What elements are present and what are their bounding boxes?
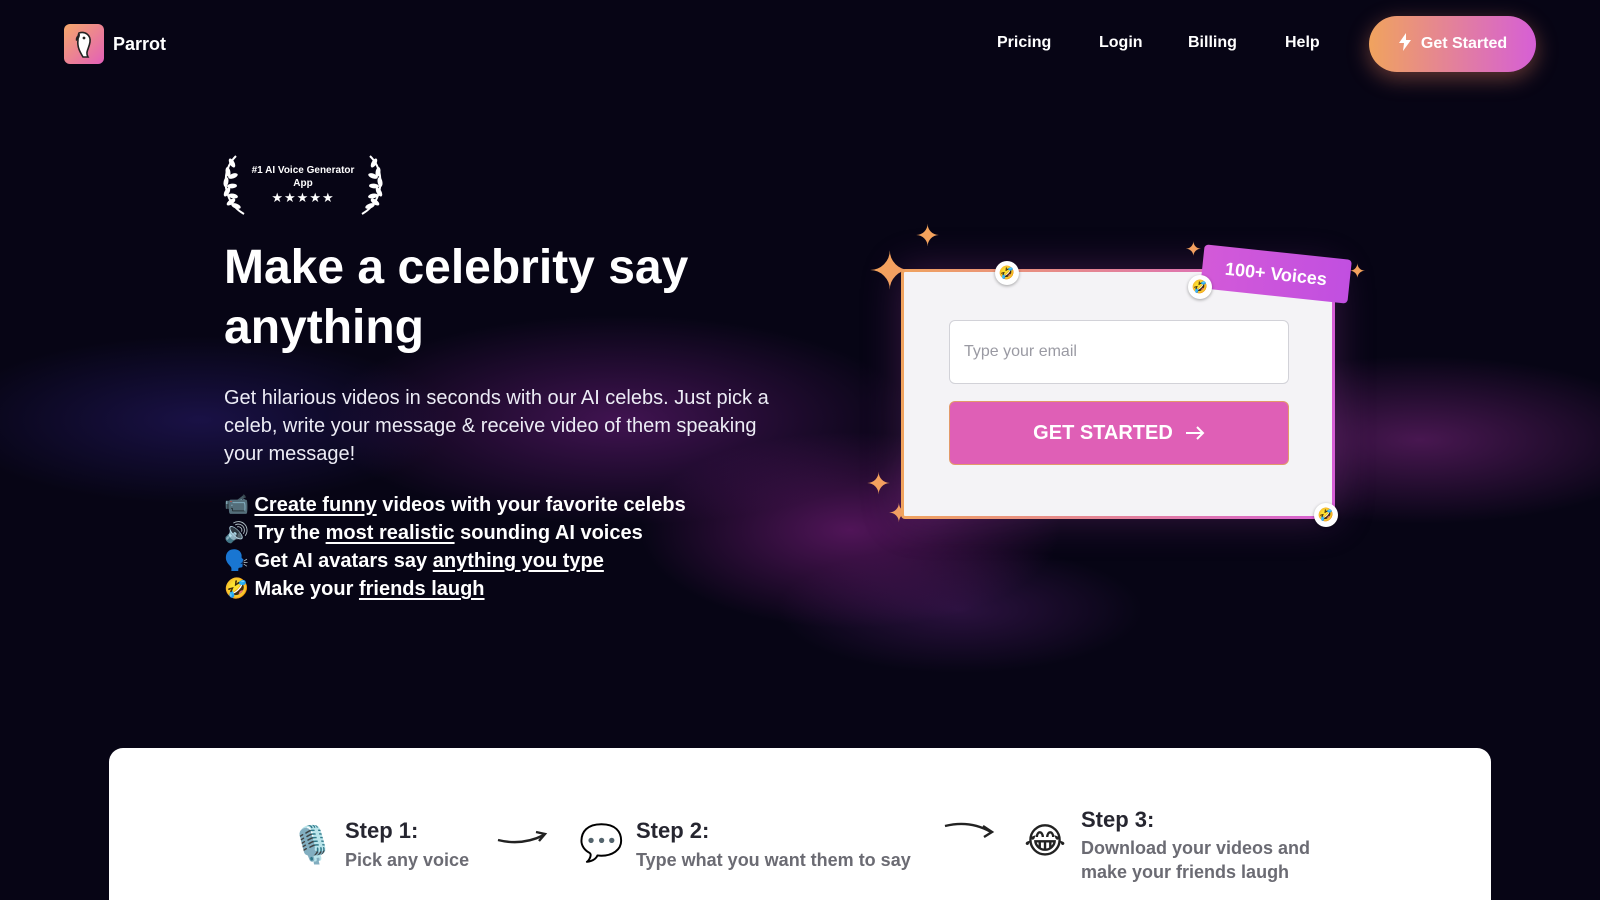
feature-link-friends-laugh[interactable]: friends laugh xyxy=(359,578,485,600)
award-stars: ★★★★★ xyxy=(271,190,335,205)
rofl-emoji-icon: 🤣 xyxy=(995,261,1019,285)
arrow-right-icon xyxy=(1185,420,1205,446)
feature-item: 📹 Create funny videos with your favorite… xyxy=(224,494,686,516)
top-nav: Parrot Pricing Login Billing Help Get St… xyxy=(0,0,1600,90)
speaking-head-icon: 🗣️ xyxy=(224,550,249,572)
rofl-emoji-icon: 🤣 xyxy=(1188,275,1212,299)
get-started-label: Get Started xyxy=(1420,35,1508,52)
hero-headline: Make a celebrity say anything xyxy=(224,241,689,354)
get-started-form-label: GET STARTED xyxy=(1033,421,1173,444)
speaker-icon: 🔊 xyxy=(224,522,249,544)
feature-item: 🤣 Make your friends laugh xyxy=(224,578,485,600)
signup-card: GET STARTED xyxy=(901,269,1335,519)
step-2-desc: Type what you want them to say xyxy=(636,850,911,870)
laurel-left-icon xyxy=(223,155,245,215)
laughing-emoji-icon: 😂 xyxy=(1024,820,1067,861)
nav-link-help[interactable]: Help xyxy=(1285,34,1320,52)
get-started-button[interactable]: Get Started xyxy=(1369,16,1536,72)
step-3-desc: Download your videos and make your frien… xyxy=(1081,838,1311,882)
sparkle-icon: ✦ xyxy=(1349,261,1366,283)
award-badge: #1 AI Voice Generator App ★★★★★ xyxy=(222,154,384,216)
feature-item: 🔊 Try the most realistic sounding AI voi… xyxy=(224,522,643,544)
step-2-title: Step 2: xyxy=(636,818,710,843)
curved-arrow-icon xyxy=(944,822,995,839)
feature-link-most-realistic[interactable]: most realistic xyxy=(326,522,455,544)
sparkle-icon: ✦ xyxy=(1185,239,1202,261)
step-3-title: Step 3: xyxy=(1081,807,1155,832)
feature-link-anything-you-type[interactable]: anything you type xyxy=(433,550,604,572)
sparkle-icon: ✦ xyxy=(915,220,941,253)
lightning-bolt-icon xyxy=(1398,32,1412,56)
email-input[interactable] xyxy=(949,320,1289,384)
feature-item: 🗣️ Get AI avatars say anything you type xyxy=(224,550,604,572)
speech-bubble-icon: 💬 xyxy=(579,822,624,863)
microphone-icon: 🎙️ xyxy=(290,824,335,865)
feature-link-create-funny[interactable]: Create funny xyxy=(254,494,376,516)
video-camera-icon: 📹 xyxy=(224,494,249,516)
get-started-form-button[interactable]: GET STARTED xyxy=(949,401,1289,465)
sparkle-icon: ✦ xyxy=(866,468,892,501)
nav-link-pricing[interactable]: Pricing xyxy=(997,34,1051,52)
hero-subhead: Get hilarious videos in seconds with our… xyxy=(224,387,769,465)
feature-list: 📹 Create funny videos with your favorite… xyxy=(224,491,824,603)
laurel-right-icon xyxy=(361,155,383,215)
curved-arrow-icon xyxy=(497,830,548,844)
nav-link-billing[interactable]: Billing xyxy=(1188,34,1237,52)
nav-link-login[interactable]: Login xyxy=(1099,34,1143,52)
nav-links: Pricing Login Billing Help xyxy=(0,34,1600,56)
step-1-title: Step 1: xyxy=(345,818,419,843)
step-1-desc: Pick any voice xyxy=(345,850,470,870)
steps-section: 🎙️ Step 1: Pick any voice 💬 Step 2: Type… xyxy=(109,748,1491,900)
rofl-emoji-icon: 🤣 xyxy=(1314,503,1338,527)
rofl-emoji-icon: 🤣 xyxy=(224,578,249,600)
award-title: #1 AI Voice Generator App xyxy=(251,165,355,189)
